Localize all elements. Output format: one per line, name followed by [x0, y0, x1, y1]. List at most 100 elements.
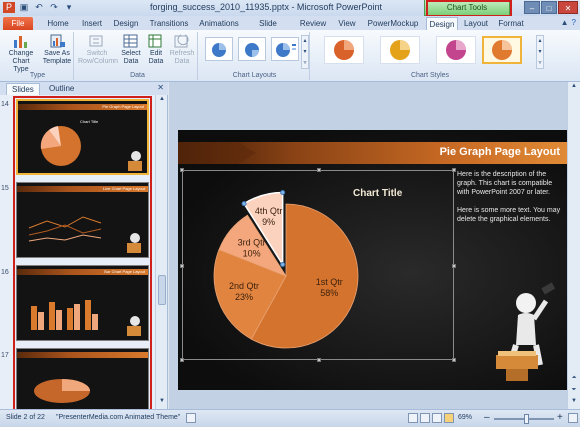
help-icon[interactable]: ? — [572, 18, 576, 27]
slide-number: 14 — [1, 101, 9, 108]
tab-slides[interactable]: Slides — [6, 83, 40, 95]
zoom-out-button[interactable]: – — [484, 412, 490, 423]
maximize-button[interactable]: □ — [541, 1, 557, 14]
chart-layout-3[interactable] — [271, 37, 299, 61]
switch-row-column-button[interactable]: Switch Row/Column — [78, 33, 119, 66]
pane-tabs: Slides Outline ✕ — [0, 82, 168, 95]
tab-design[interactable]: Design — [112, 17, 140, 30]
save-as-template-button[interactable]: Save As Template — [40, 33, 74, 66]
pie-style-icon — [390, 40, 410, 60]
ribbon-tabs: File Home Insert Design Transitions Anim… — [0, 16, 580, 41]
undo-icon[interactable]: ↶ — [33, 2, 45, 13]
normal-view-icon[interactable] — [408, 413, 418, 423]
scroll-up-icon[interactable]: ▲ — [569, 83, 579, 93]
slide-number: 17 — [1, 352, 9, 359]
scroll-up-icon[interactable]: ▲ — [157, 96, 167, 106]
save-as-template-label: Save As Template — [42, 50, 72, 65]
change-chart-type-button[interactable]: Change Chart Type — [4, 33, 38, 74]
pie-style-icon — [446, 40, 466, 60]
selection-handle[interactable] — [280, 261, 286, 267]
fit-slide-icon[interactable] — [568, 413, 578, 423]
template-icon — [50, 34, 65, 48]
quick-access-toolbar: P ▣ ↶ ↷ ▾ — [3, 2, 75, 13]
scroll-down-icon[interactable]: ▼ — [157, 398, 167, 408]
selection-handle[interactable] — [280, 189, 286, 195]
save-icon[interactable]: ▣ — [18, 2, 30, 13]
chart-layout-1[interactable] — [205, 37, 233, 61]
previous-slide-icon[interactable]: ⏶ — [569, 375, 579, 385]
tab-slide-show[interactable]: Slide Show — [248, 17, 288, 41]
tab-powermockup[interactable]: PowerMockup — [366, 17, 420, 30]
selection-handle[interactable] — [241, 201, 247, 207]
edit-data-button[interactable]: Edit Data — [145, 33, 167, 66]
slide-banner: Pie Graph Page Layout — [178, 142, 567, 164]
tab-insert[interactable]: Insert — [78, 17, 106, 30]
redo-icon[interactable]: ↷ — [48, 2, 60, 13]
chart-area[interactable]: Chart Title 1st Qtr 58% 2nd Qtr 23% 3rd Qtr 1… — [180, 168, 456, 362]
theme-name: "PresenterMedia.com Animated Theme" — [56, 414, 181, 421]
slide-number: 16 — [1, 269, 9, 276]
chart-style-3[interactable] — [436, 36, 476, 64]
tab-outline[interactable]: Outline — [44, 83, 79, 95]
current-slide: Pie Graph Page Layout Chart Title 1st Qt… — [178, 130, 567, 390]
scroll-thumb[interactable] — [158, 275, 166, 305]
group-type-label: Type — [29, 72, 46, 79]
chart-styles-more[interactable]: ▴ ▾ ▿ — [536, 35, 544, 69]
thumbnail-list: 14 Pie Graph Page Layout Chart Title 15 … — [0, 95, 155, 409]
change-chart-type-label: Change Chart Type — [8, 50, 34, 73]
tab-animations[interactable]: Animations — [198, 17, 240, 30]
group-data: Switch Row/Column Select Data Edit Data … — [78, 32, 198, 80]
editor-scrollbar[interactable]: ▲ ⏶ ⏷ ▼ — [567, 82, 580, 409]
pie-style-icon — [334, 40, 354, 60]
group-chart-styles: ▴ ▾ ▿ Chart Styles — [312, 32, 548, 80]
chart-layout-2[interactable] — [238, 37, 266, 61]
chart-style-2[interactable] — [380, 36, 420, 64]
refresh-data-button[interactable]: Refresh Data — [169, 33, 195, 66]
switch-row-column-icon — [89, 35, 103, 47]
close-button[interactable]: ✕ — [558, 1, 578, 14]
tab-chart-design[interactable]: Design — [426, 17, 458, 30]
chart-style-4-selected[interactable] — [482, 36, 522, 64]
window-controls: – □ ✕ — [524, 1, 578, 14]
tab-transitions[interactable]: Transitions — [148, 17, 190, 30]
scroll-down-icon[interactable]: ▼ — [569, 398, 579, 408]
tab-chart-format[interactable]: Format — [496, 17, 526, 30]
pane-close-icon[interactable]: ✕ — [157, 83, 164, 92]
minimize-button[interactable]: – — [524, 1, 540, 14]
pie-chart[interactable]: 1st Qtr 58%2nd Qtr 23%3rd Qtr 10%4th Qtr 9% — [183, 171, 455, 361]
chart-layouts-more[interactable]: ▴ ▾ ▿ — [301, 35, 309, 69]
tab-chart-layout[interactable]: Layout — [462, 17, 490, 30]
group-data-label: Data — [130, 72, 145, 79]
blacksmith-figure-icon[interactable] — [494, 275, 564, 385]
minimize-ribbon-icon[interactable]: ▲ — [561, 18, 569, 27]
switch-row-column-label: Switch Row/Column — [78, 50, 119, 65]
select-data-label: Select Data — [121, 50, 141, 65]
refresh-data-icon — [174, 34, 189, 48]
slide-sorter-icon[interactable] — [420, 413, 430, 423]
pie-layout-icon — [276, 43, 296, 57]
description-paragraph-2: Here is some more text. You may delete t… — [457, 207, 561, 223]
group-chart-layouts: ▴ ▾ ▿ Chart Layouts — [200, 32, 310, 80]
tab-home[interactable]: Home — [44, 17, 72, 30]
zoom-slider-knob[interactable] — [524, 414, 529, 424]
slides-pane-scrollbar[interactable]: ▲ ▼ — [155, 95, 167, 409]
powerpoint-app-icon[interactable]: P — [3, 2, 15, 13]
reading-view-icon[interactable] — [432, 413, 442, 423]
tab-review[interactable]: Review — [299, 17, 327, 30]
title-bar: P ▣ ↶ ↷ ▾ forging_success_2010_11935.ppt… — [0, 0, 580, 17]
select-data-button[interactable]: Select Data — [118, 33, 144, 66]
slide-description[interactable]: Here is the description of the graph. Th… — [457, 170, 563, 233]
tab-view[interactable]: View — [335, 17, 359, 30]
tab-file[interactable]: File — [3, 17, 33, 30]
chart-style-1[interactable] — [324, 36, 364, 64]
group-chart-layouts-label: Chart Layouts — [232, 72, 277, 79]
select-data-icon — [123, 34, 138, 48]
pie-layout-icon — [245, 43, 259, 57]
zoom-level[interactable]: 69% — [458, 414, 472, 421]
slide-show-icon[interactable] — [444, 413, 454, 423]
customize-qat-icon[interactable]: ▾ — [63, 2, 75, 13]
next-slide-icon[interactable]: ⏷ — [569, 387, 579, 397]
zoom-in-button[interactable]: + — [557, 412, 563, 423]
spell-check-icon[interactable] — [186, 413, 196, 423]
refresh-data-label: Refresh Data — [169, 50, 195, 65]
